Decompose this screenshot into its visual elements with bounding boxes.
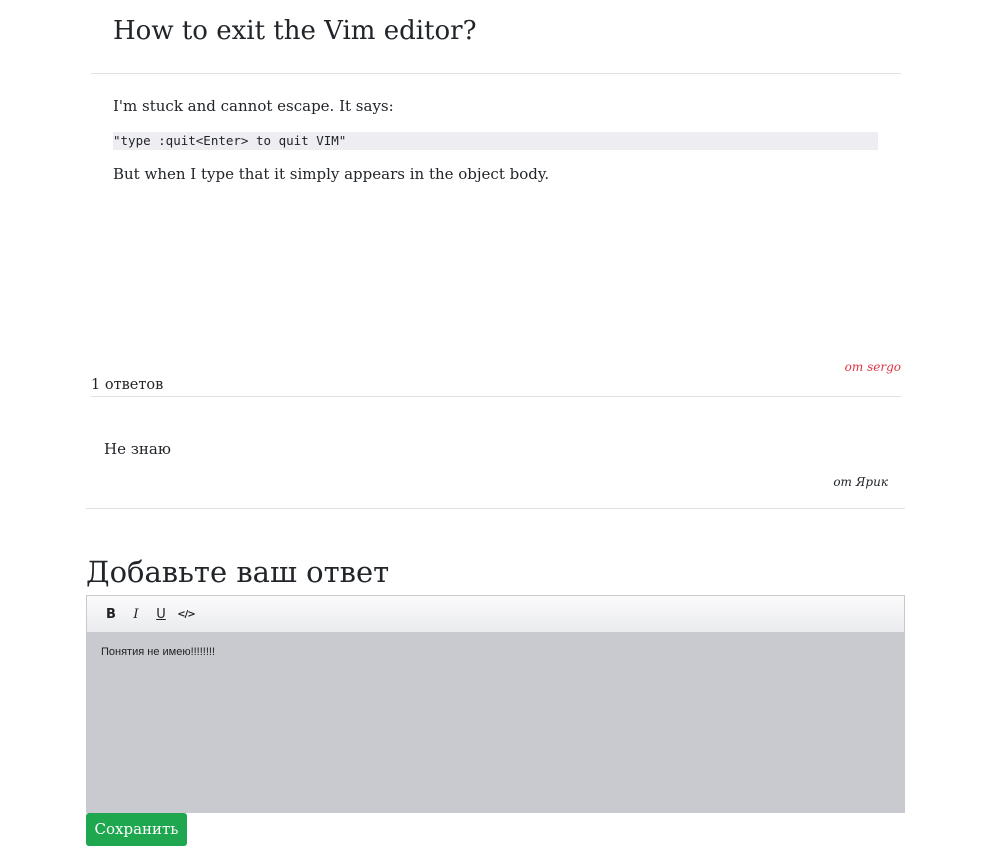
add-answer-title: Добавьте ваш ответ [86, 555, 390, 589]
divider [91, 73, 901, 74]
save-button[interactable]: Сохранить [86, 813, 187, 846]
answer-textarea[interactable]: Понятия не имею!!!!!!!! [86, 632, 905, 813]
answer-editor: B I U </> Понятия не имею!!!!!!!! [86, 595, 905, 813]
question-author[interactable]: от sergo [845, 359, 901, 375]
editor-toolbar: B I U </> [86, 595, 905, 632]
question-body-outro: But when I type that it simply appears i… [113, 165, 550, 183]
question-body-intro: I'm stuck and cannot escape. It says: [113, 97, 394, 115]
question-code-block: "type :quit<Enter> to quit VIM" [113, 132, 878, 150]
divider [91, 396, 901, 397]
answer-text: Не знаю [104, 440, 171, 458]
answer-author[interactable]: от Ярик [833, 474, 888, 490]
code-button[interactable]: </> [174, 602, 198, 626]
italic-button[interactable]: I [124, 602, 148, 626]
divider [86, 508, 905, 509]
answers-count: 1 ответов [91, 377, 164, 393]
underline-button[interactable]: U [149, 602, 173, 626]
page: How to exit the Vim editor? I'm stuck an… [0, 0, 982, 848]
question-title: How to exit the Vim editor? [113, 16, 477, 46]
bold-button[interactable]: B [99, 602, 123, 626]
